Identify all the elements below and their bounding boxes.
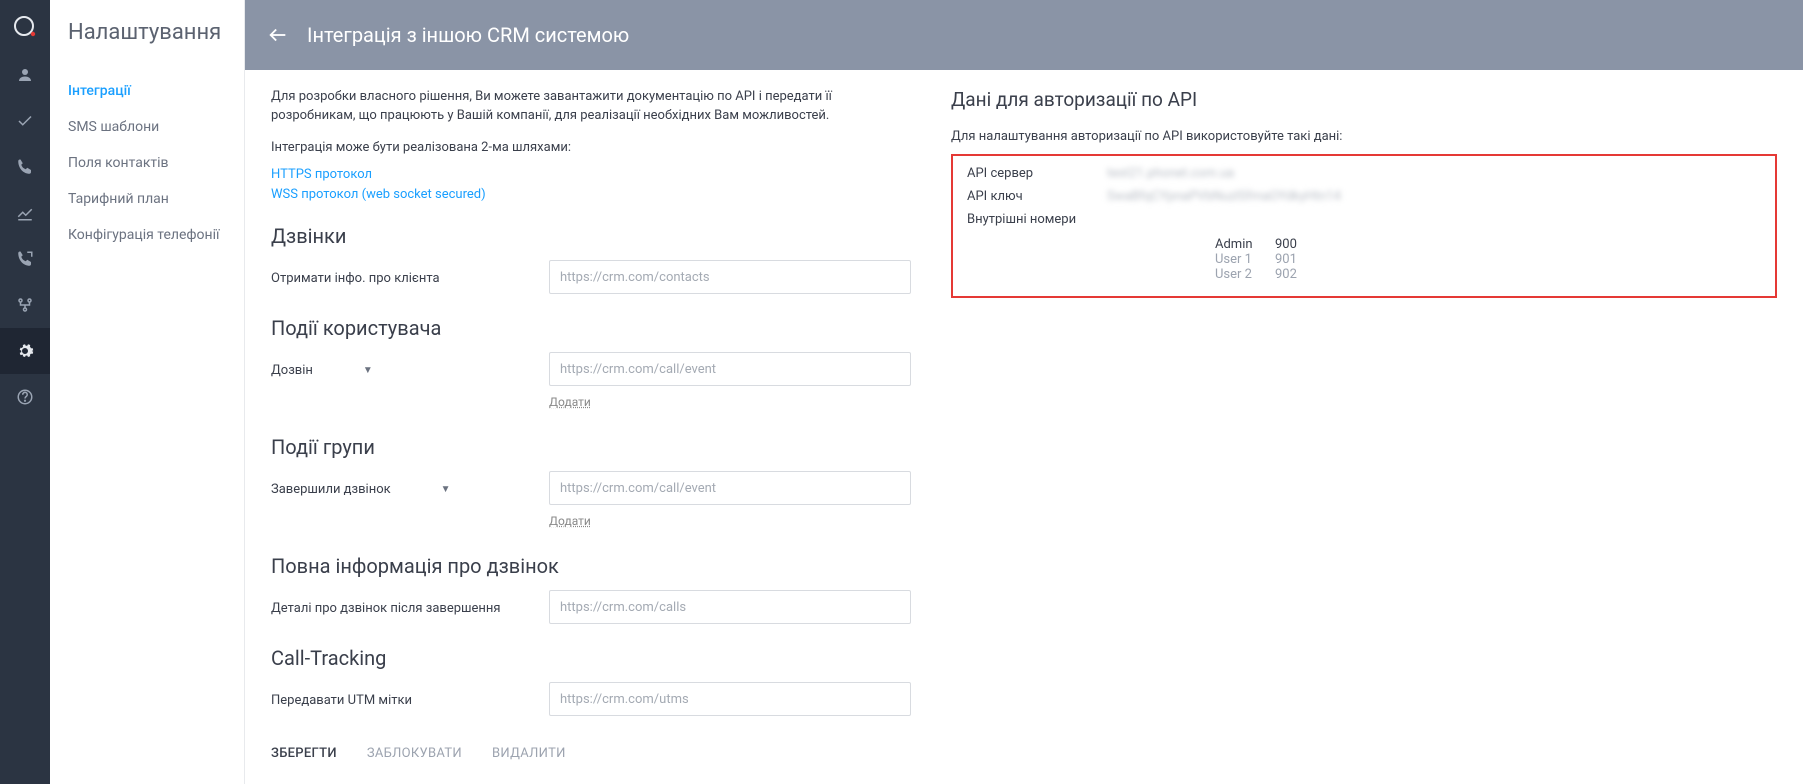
delete-button[interactable]: ВИДАЛИТИ	[492, 746, 566, 761]
intro-paragraph: Для розробки власного рішення, Ви можете…	[271, 88, 911, 126]
section-call-tracking-heading: Call-Tracking	[271, 646, 911, 670]
add-group-event-link[interactable]: Додати	[549, 514, 591, 528]
dropdown-group-event-type[interactable]: Завершили дзвінок ▼	[271, 482, 467, 497]
menu-tariff[interactable]: Тарифний план	[68, 181, 226, 217]
menu-sms-templates[interactable]: SMS шаблони	[68, 109, 226, 145]
extension-row: Admin 900	[967, 237, 1761, 252]
api-key-row: API ключ SwaBfqCYpnaPVbNuzlSfmaOYdkyHtn1…	[967, 189, 1761, 204]
section-calls-heading: Дзвінки	[271, 224, 911, 248]
menu-integrations[interactable]: Інтеграції	[68, 73, 226, 109]
action-bar: ЗБЕРЕГТИ ЗАБЛОКУВАТИ ВИДАЛИТИ	[271, 746, 911, 761]
ext-name: Admin	[1215, 237, 1275, 252]
row-user-event: Дозвін ▼	[271, 352, 911, 390]
api-note: Для налаштування авторизації по API вико…	[951, 129, 1777, 144]
extensions-label: Внутрішні номери	[967, 212, 1761, 227]
settings-menu: Інтеграції SMS шаблони Поля контактів Та…	[68, 73, 226, 253]
rail-check-icon[interactable]	[0, 98, 50, 144]
page-title: Інтеграція з іншою CRM системою	[307, 23, 629, 47]
dropdown-user-event-type[interactable]: Дозвін ▼	[271, 363, 389, 378]
api-server-row: API сервер test21.phonet.com.ua	[967, 166, 1761, 181]
input-client-info-url[interactable]	[549, 260, 911, 294]
rail-phone-icon[interactable]	[0, 144, 50, 190]
api-panel: Дані для авторизації по API Для налаштув…	[951, 88, 1777, 760]
input-user-event-url[interactable]	[549, 352, 911, 386]
save-button[interactable]: ЗБЕРЕГТИ	[271, 746, 337, 761]
label-utm: Передавати UTM мітки	[271, 693, 412, 708]
row-utm: Передавати UTM мітки	[271, 682, 911, 720]
api-server-value: test21.phonet.com.ua	[1107, 166, 1761, 181]
main-area: Інтеграція з іншою CRM системою Для розр…	[245, 0, 1803, 784]
ext-name: User 2	[1215, 267, 1275, 282]
rail-call-out-icon[interactable]	[0, 236, 50, 282]
ext-number: 900	[1275, 237, 1297, 252]
api-server-label: API сервер	[967, 166, 1107, 181]
link-wss-protocol[interactable]: WSS протокол (web socket secured)	[271, 185, 911, 206]
rail-user-icon[interactable]	[0, 52, 50, 98]
row-call-details: Деталі про дзвінок після завершення	[271, 590, 911, 628]
api-credentials-box: API сервер test21.phonet.com.ua API ключ…	[951, 154, 1777, 298]
settings-sidebar: Налаштування Інтеграції SMS шаблони Поля…	[50, 0, 245, 784]
back-arrow-icon[interactable]	[267, 24, 289, 46]
link-https-protocol[interactable]: HTTPS протокол	[271, 165, 911, 186]
content-body: Для розробки власного рішення, Ви можете…	[245, 70, 1803, 784]
row-client-info: Отримати інфо. про клієнта	[271, 260, 911, 298]
label-call-details: Деталі про дзвінок після завершення	[271, 601, 501, 616]
menu-telephony-config[interactable]: Конфігурація телефонії	[68, 217, 226, 253]
dropdown-user-event-label: Дозвін	[271, 363, 313, 378]
ext-number: 901	[1275, 252, 1297, 267]
rail-branch-icon[interactable]	[0, 282, 50, 328]
input-call-details-url[interactable]	[549, 590, 911, 624]
ext-number: 902	[1275, 267, 1297, 282]
intro-subparagraph: Інтеграція може бути реалізована 2-ма шл…	[271, 140, 911, 155]
block-button[interactable]: ЗАБЛОКУВАТИ	[367, 746, 462, 761]
menu-contact-fields[interactable]: Поля контактів	[68, 145, 226, 181]
page-header: Інтеграція з іншою CRM системою	[245, 0, 1803, 70]
ext-name: User 1	[1215, 252, 1275, 267]
settings-title: Налаштування	[68, 20, 226, 45]
section-group-events-heading: Події групи	[271, 435, 911, 459]
rail-chart-icon[interactable]	[0, 190, 50, 236]
add-user-event-link[interactable]: Додати	[549, 395, 591, 409]
chevron-down-icon: ▼	[441, 484, 467, 495]
section-full-info-heading: Повна інформація про дзвінок	[271, 554, 911, 578]
row-group-event: Завершили дзвінок ▼	[271, 471, 911, 509]
input-group-event-url[interactable]	[549, 471, 911, 505]
rail-help-icon[interactable]	[0, 374, 50, 420]
label-client-info: Отримати інфо. про клієнта	[271, 271, 440, 286]
api-key-label: API ключ	[967, 189, 1107, 204]
api-key-value: SwaBfqCYpnaPVbNuzlSfmaOYdkyHtn14	[1107, 189, 1761, 204]
form-column: Для розробки власного рішення, Ви можете…	[271, 88, 911, 760]
app-logo	[13, 14, 37, 38]
dropdown-group-event-label: Завершили дзвінок	[271, 482, 391, 497]
input-utm-url[interactable]	[549, 682, 911, 716]
section-user-events-heading: Події користувача	[271, 316, 911, 340]
rail-settings-icon[interactable]	[0, 328, 50, 374]
extension-row: User 1 901	[967, 252, 1761, 267]
extension-row: User 2 902	[967, 267, 1761, 282]
chevron-down-icon: ▼	[363, 365, 389, 376]
api-heading: Дані для авторизації по API	[951, 88, 1777, 111]
nav-rail	[0, 0, 50, 784]
